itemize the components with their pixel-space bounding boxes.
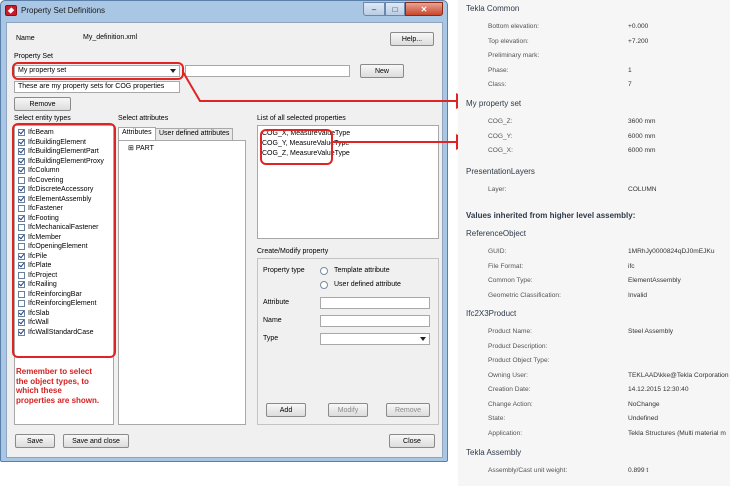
object-properties-panel: Tekla Common Bottom elevation: +0.000 Top e… <box>458 0 730 486</box>
property-value: 0.899 t <box>628 467 649 474</box>
property-value: +0.000 <box>628 23 649 30</box>
panel-section-title: ReferenceObject <box>466 229 527 238</box>
property-value: ifc <box>628 262 635 270</box>
property-key: GUID: <box>488 248 507 255</box>
property-key: Creation Date: <box>488 386 531 393</box>
property-value: Tekla Structures (Multi material m <box>628 429 726 437</box>
property-value: Invalid <box>628 291 648 299</box>
property-key: Geometric Classification: <box>488 291 561 299</box>
arrow-property-set <box>182 71 472 109</box>
property-key: Phase: <box>488 66 509 74</box>
property-key: COG_Z: <box>488 118 513 125</box>
property-key: Product Description: <box>488 342 548 350</box>
property-key: Assembly/Cast unit weight: <box>488 467 568 474</box>
panel-section-title: Tekla Assembly <box>466 448 522 457</box>
property-value: Steel Assembly <box>628 328 674 335</box>
property-key: COG_X: <box>488 147 513 154</box>
panel-section-title: PresentationLayers <box>466 167 535 176</box>
property-value: 7 <box>628 81 632 88</box>
property-value: 6000 mm <box>628 147 656 154</box>
property-value: +7.200 <box>628 37 649 45</box>
property-value: Undefined <box>628 415 659 422</box>
property-value: NoChange <box>628 400 660 408</box>
property-value: 1MRhJy0000824qDJ0mEJKu <box>628 248 715 255</box>
property-value: 1 <box>628 66 632 74</box>
property-key: Change Action: <box>488 400 533 408</box>
property-key: Common Type: <box>488 277 533 284</box>
property-key: Class: <box>488 81 507 88</box>
property-value: COLUMN <box>628 186 657 193</box>
property-key: Application: <box>488 429 523 437</box>
property-key: Preliminary mark: <box>488 52 540 59</box>
property-key: Product Object Type: <box>488 357 550 364</box>
property-key: State: <box>488 415 506 422</box>
property-value: 14.12.2015 12:30:40 <box>628 386 689 393</box>
property-key: Owning User: <box>488 371 528 379</box>
property-key: Bottom elevation: <box>488 23 539 30</box>
inherited-values-title: Values inherited from higher level assem… <box>466 211 636 220</box>
property-key: Top elevation: <box>488 37 529 45</box>
property-value: 6000 mm <box>628 132 656 140</box>
property-key: File Format: <box>488 262 524 270</box>
property-value: TEKLAAD\kke@Tekla Corporation <box>628 371 729 379</box>
property-value: ElementAssembly <box>628 277 681 284</box>
panel-section-title: Tekla Common <box>466 4 520 13</box>
property-key: Layer: <box>488 186 507 193</box>
property-key: COG_Y: <box>488 132 513 140</box>
panel-section-title: Ifc2X3Product <box>466 309 517 318</box>
property-value: 3600 mm <box>628 118 656 125</box>
property-key: Product Name: <box>488 328 532 335</box>
panel-section-title: My property set <box>466 99 522 108</box>
